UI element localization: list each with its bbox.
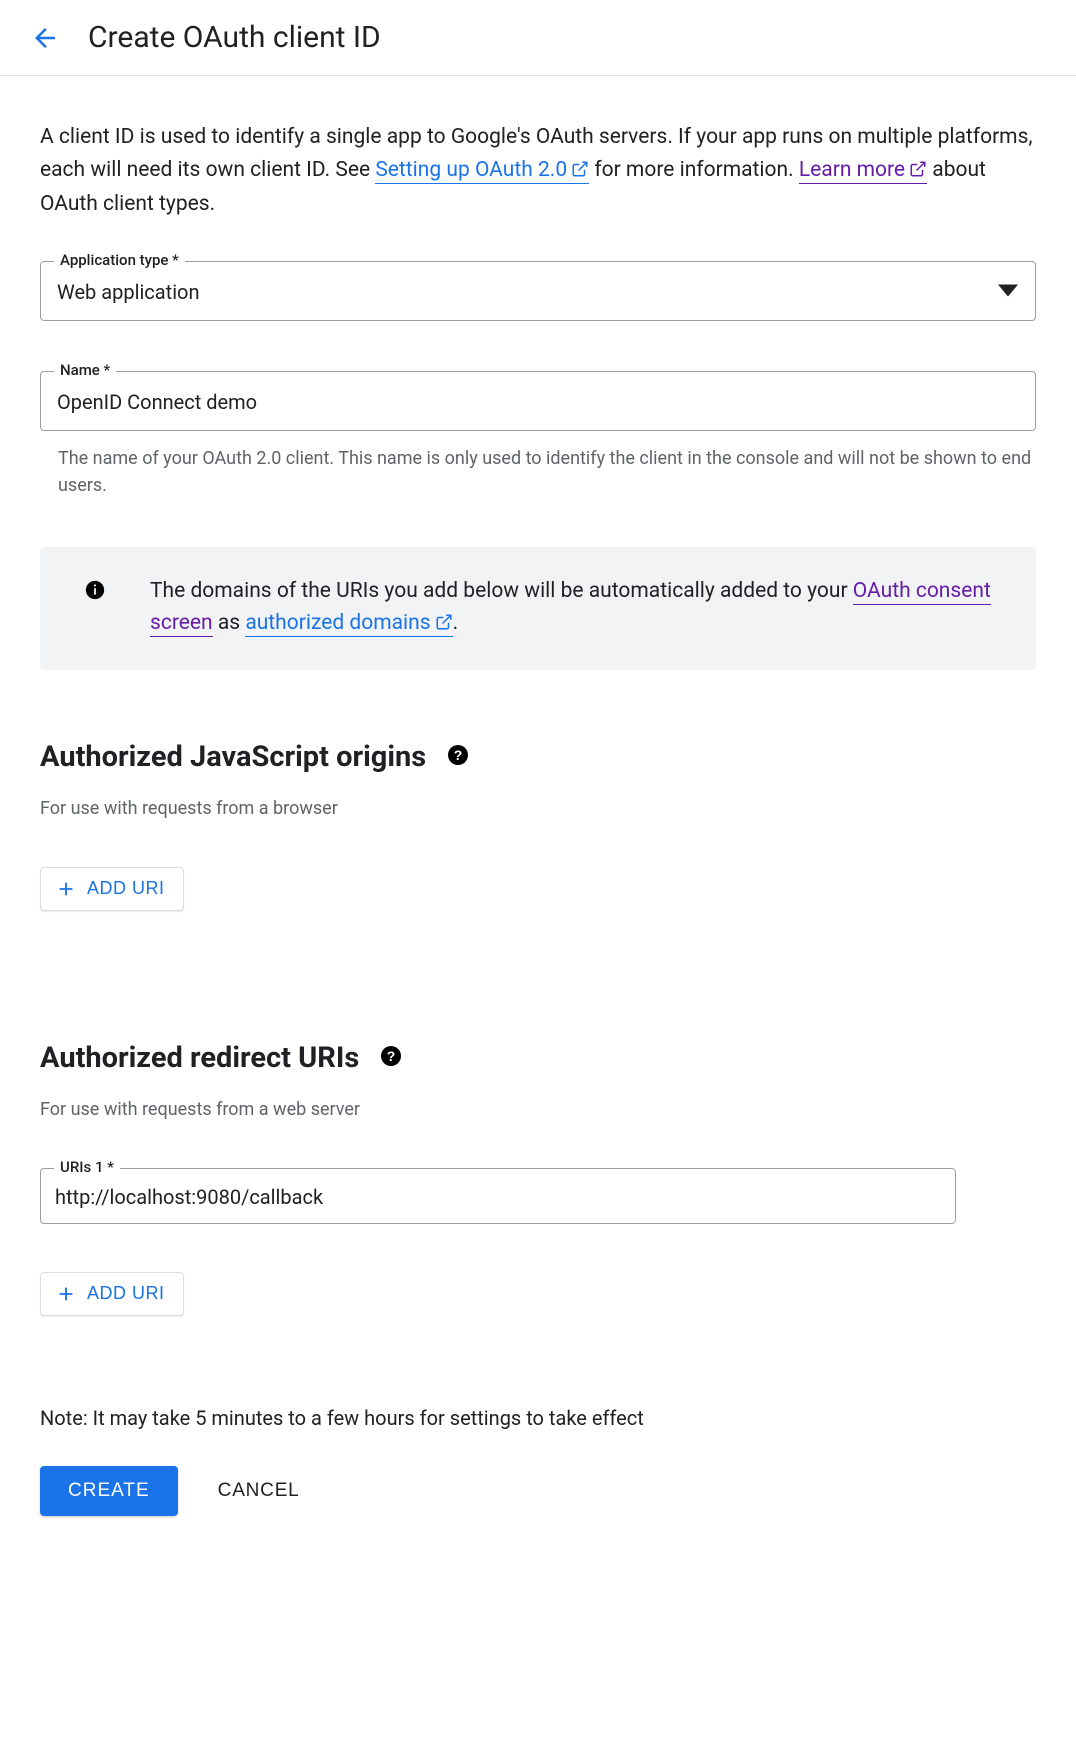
application-type-field: Application type * Web application — [40, 261, 1036, 321]
js-origins-header: Authorized JavaScript origins ? — [40, 740, 1036, 774]
js-origins-title: Authorized JavaScript origins — [40, 740, 426, 774]
info-icon — [70, 575, 106, 605]
page-title: Create OAuth client ID — [88, 20, 381, 55]
redirect-uris-subtitle: For use with requests from a web server — [40, 1099, 1036, 1120]
add-uri-label: ADD URI — [87, 878, 165, 899]
external-link-icon — [435, 609, 453, 642]
footer-buttons: CREATE CANCEL — [40, 1466, 1036, 1516]
add-redirect-uri-button[interactable]: ADD URI — [40, 1272, 184, 1316]
page-header: Create OAuth client ID — [0, 0, 1076, 76]
redirect-uri-1-field: URIs 1 * — [40, 1168, 956, 1224]
create-button[interactable]: CREATE — [40, 1466, 178, 1516]
plus-icon — [55, 1283, 77, 1305]
intro-text: A client ID is used to identify a single… — [40, 121, 1036, 221]
help-icon[interactable]: ? — [379, 1044, 403, 1072]
application-type-select[interactable]: Web application — [40, 261, 1036, 321]
info-box: The domains of the URIs you add below wi… — [40, 547, 1036, 670]
authorized-domains-link[interactable]: authorized domains — [245, 611, 452, 637]
setting-up-oauth-link[interactable]: Setting up OAuth 2.0 — [375, 158, 589, 184]
name-helper-text: The name of your OAuth 2.0 client. This … — [40, 445, 1036, 499]
name-label: Name * — [54, 361, 116, 379]
learn-more-link[interactable]: Learn more — [799, 158, 927, 184]
help-icon[interactable]: ? — [446, 743, 470, 771]
add-js-origin-button[interactable]: ADD URI — [40, 867, 184, 911]
cancel-button[interactable]: CANCEL — [218, 1480, 300, 1502]
plus-icon — [55, 878, 77, 900]
application-type-label: Application type * — [54, 251, 185, 269]
external-link-icon — [571, 156, 589, 189]
js-origins-subtitle: For use with requests from a browser — [40, 798, 1036, 819]
back-arrow-icon[interactable] — [30, 23, 60, 53]
add-uri-label: ADD URI — [87, 1283, 165, 1304]
svg-text:?: ? — [387, 1048, 396, 1064]
content-area: A client ID is used to identify a single… — [0, 76, 1076, 1546]
redirect-uris-title: Authorized redirect URIs — [40, 1041, 359, 1075]
svg-text:?: ? — [454, 747, 463, 763]
redirect-uri-1-input[interactable] — [40, 1168, 956, 1224]
settings-effect-note: Note: It may take 5 minutes to a few hou… — [40, 1406, 1036, 1430]
external-link-icon — [909, 156, 927, 189]
name-field: Name * — [40, 371, 1036, 431]
intro-text-part2: for more information. — [589, 158, 799, 182]
redirect-uris-header: Authorized redirect URIs ? — [40, 1041, 1036, 1075]
info-text: The domains of the URIs you add below wi… — [150, 575, 1006, 642]
redirect-uri-1-label: URIs 1 * — [54, 1158, 120, 1176]
name-input[interactable] — [40, 371, 1036, 431]
